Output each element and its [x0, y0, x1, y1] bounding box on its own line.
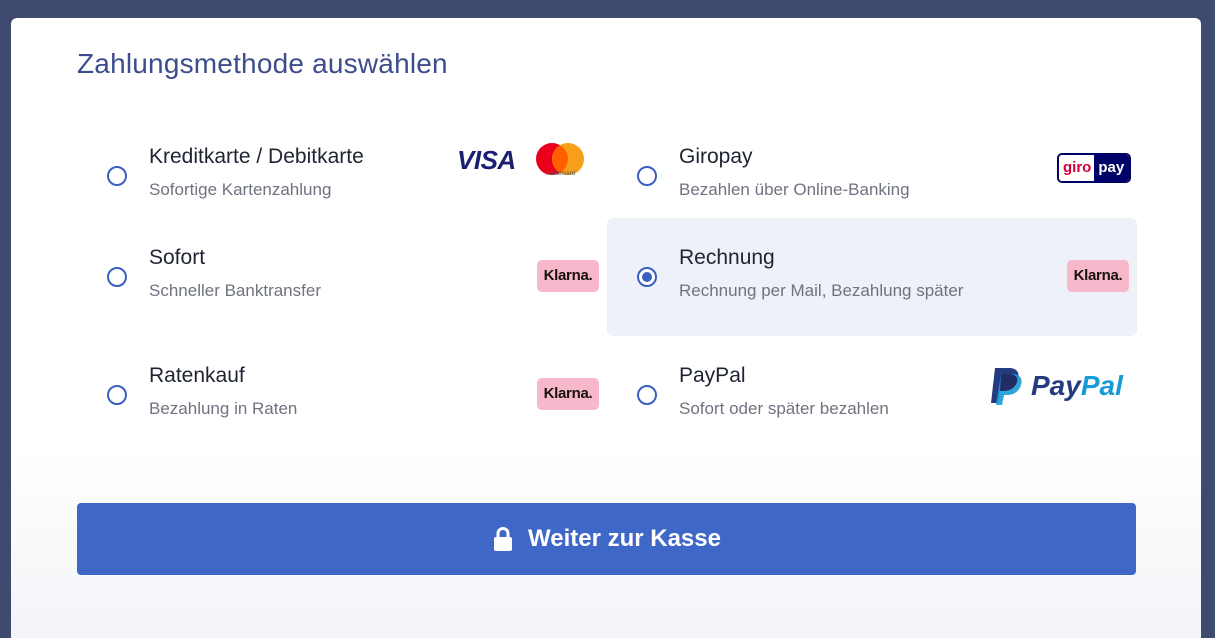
radio-paypal[interactable] — [637, 385, 657, 405]
option-subtitle: Sofort oder später bezahlen — [679, 399, 889, 418]
option-subtitle: Schneller Banktransfer — [149, 281, 321, 300]
radio-ratenkauf[interactable] — [107, 385, 127, 405]
mastercard-logo — [536, 143, 584, 175]
option-subtitle: Bezahlen über Online-Banking — [679, 180, 910, 199]
paypal-wordmark-pay: Pay — [1031, 370, 1081, 401]
checkout-button[interactable]: Weiter zur Kasse — [77, 503, 1136, 575]
paypal-p-icon — [991, 368, 1022, 405]
checkout-button-label: Weiter zur Kasse — [528, 525, 721, 552]
payment-card: Zahlungsmethode auswählen Kreditkarte / … — [11, 18, 1201, 638]
option-subtitle: Bezahlung in Raten — [149, 399, 298, 418]
option-paypal[interactable]: PayPal Sofort oder später bezahlen PayPa… — [607, 336, 1137, 454]
option-title: PayPal — [679, 364, 746, 387]
lock-icon — [494, 526, 512, 551]
giropay-logo-left: giro — [1059, 155, 1095, 181]
option-title: Rechnung — [679, 246, 775, 269]
paypal-wordmark: PayPal — [1031, 370, 1123, 402]
option-sofort[interactable]: Sofort Schneller Banktransfer Klarna. — [77, 218, 607, 336]
radio-sofort[interactable] — [107, 267, 127, 287]
option-title: Giropay — [679, 145, 753, 168]
option-subtitle: Rechnung per Mail, Bezahlung später — [679, 281, 964, 300]
option-ratenkauf[interactable]: Ratenkauf Bezahlung in Raten Klarna. — [77, 336, 607, 454]
visa-logo: VISA — [457, 145, 516, 175]
option-title: Ratenkauf — [149, 364, 245, 387]
radio-giropay[interactable] — [637, 166, 657, 186]
paypal-logo: PayPal — [989, 366, 1131, 406]
paypal-wordmark-pal: Pal — [1080, 370, 1123, 401]
klarna-logo: Klarna. — [537, 378, 599, 410]
option-subtitle: Sofortige Kartenzahlung — [149, 180, 332, 199]
radio-rechnung[interactable] — [637, 267, 657, 287]
option-title: Kreditkarte / Debitkarte — [149, 145, 364, 168]
option-title: Sofort — [149, 246, 206, 269]
giropay-logo-right: pay — [1094, 155, 1129, 181]
giropay-logo: giro pay — [1057, 153, 1131, 183]
klarna-logo: Klarna. — [537, 260, 599, 292]
page-title: Zahlungsmethode auswählen — [77, 48, 448, 79]
mastercard-wordmark: mastercard — [544, 171, 575, 177]
radio-credit-card[interactable] — [107, 166, 127, 186]
option-rechnung[interactable]: Rechnung Rechnung per Mail, Bezahlung sp… — [607, 218, 1137, 336]
klarna-logo: Klarna. — [1067, 260, 1129, 292]
